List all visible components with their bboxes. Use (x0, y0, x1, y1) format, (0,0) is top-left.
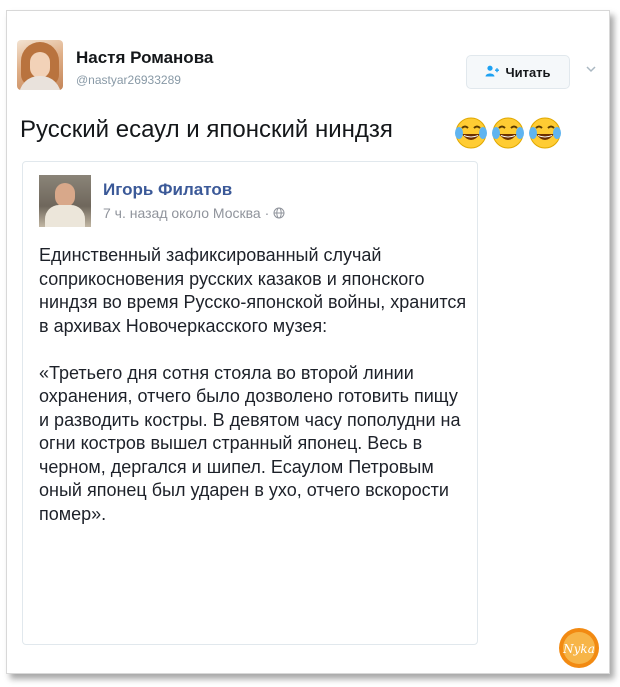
embedded-post-card[interactable]: Игорь Филатов 7 ч. назад около Москва · … (22, 161, 478, 645)
embedded-post-paragraph: Единственный зафиксированный случай сопр… (39, 245, 467, 336)
watermark-logo: Nyka (559, 628, 599, 668)
author-name[interactable]: Настя Романова (76, 48, 213, 68)
embedded-author-name[interactable]: Игорь Филатов (103, 180, 232, 200)
author-avatar[interactable] (17, 40, 63, 90)
author-handle[interactable]: @nastyar26933289 (76, 73, 181, 87)
face-with-tears-of-joy-icon (455, 117, 487, 149)
follow-button[interactable]: Читать (466, 55, 570, 89)
follow-label: Читать (505, 64, 551, 80)
embedded-post-body: Единственный зафиксированный случай сопр… (39, 244, 469, 550)
embedded-post-quote: «Третьего дня сотня стояла во второй лин… (39, 362, 461, 524)
tweet-text: Русский есаул и японский ниндзя (20, 116, 393, 143)
globe-icon (273, 207, 285, 219)
emoji-group (454, 116, 562, 150)
add-user-icon (485, 65, 500, 80)
embedded-post-meta: 7 ч. назад около Москва · (103, 205, 285, 221)
embedded-post-time-location: 7 ч. назад около Москва · (103, 205, 270, 221)
chevron-down-icon[interactable] (586, 64, 596, 74)
face-with-tears-of-joy-icon (529, 117, 561, 149)
svg-text:Nyka: Nyka (562, 642, 595, 656)
face-with-tears-of-joy-icon (492, 117, 524, 149)
embedded-author-avatar[interactable] (39, 175, 91, 227)
